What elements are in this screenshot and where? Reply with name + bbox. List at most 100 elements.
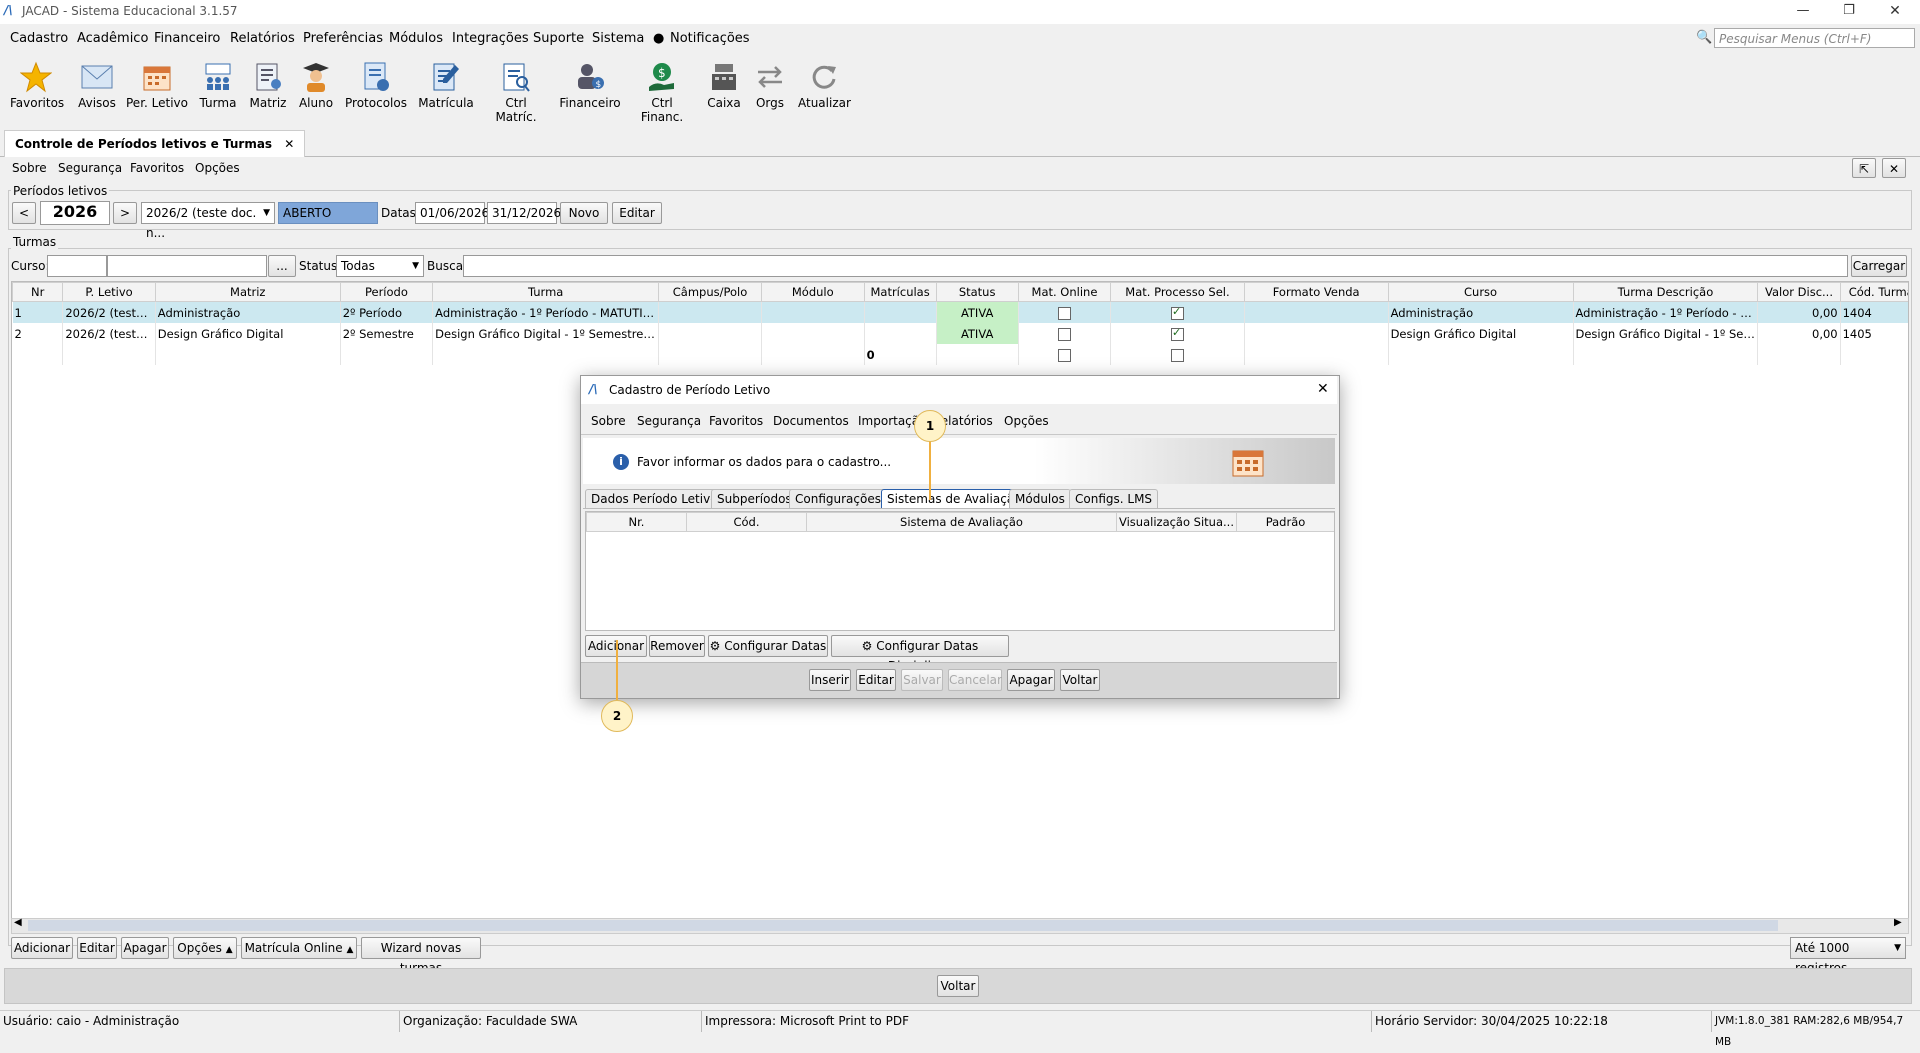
status-select[interactable]: Todas ▼	[336, 255, 424, 277]
column-header[interactable]: Valor Disc...	[1757, 282, 1841, 302]
checkbox[interactable]	[1057, 327, 1071, 341]
column-header[interactable]: Matrículas	[863, 282, 937, 302]
editar-periodo-button[interactable]: Editar	[612, 202, 662, 224]
column-header[interactable]: P. Letivo	[62, 282, 156, 302]
menu-sistema[interactable]: Sistema	[592, 31, 644, 46]
submenu-opcoes[interactable]: Opções	[195, 161, 240, 175]
adicionar-turma-button[interactable]: Adicionar	[11, 937, 73, 959]
checkbox[interactable]	[1057, 306, 1071, 320]
year-field[interactable]: 2026	[40, 201, 110, 225]
menu-cadastro[interactable]: Cadastro	[10, 31, 68, 46]
toolbar-avisos[interactable]: Avisos	[72, 60, 122, 110]
scroll-left-icon[interactable]: ◀	[14, 917, 22, 928]
toolbar-financeiro[interactable]: $ Financeiro	[558, 60, 622, 110]
submenu-sobre[interactable]: Sobre	[12, 161, 47, 175]
column-header[interactable]: Nr.	[586, 512, 687, 532]
dialog-menu-sobre[interactable]: Sobre	[591, 414, 626, 428]
column-header[interactable]: Visualização Situa...	[1116, 512, 1237, 532]
menu-relatorios[interactable]: Relatórios	[230, 31, 295, 46]
table-row[interactable]: 2 2026/2 (teste d... Design Gráfico Digita…	[12, 323, 1908, 344]
column-header[interactable]: Curso	[1387, 282, 1574, 302]
editar-turma-button[interactable]: Editar	[77, 937, 117, 959]
tab-modulos[interactable]: Módulos	[1009, 489, 1071, 508]
column-header[interactable]: Módulo	[760, 282, 865, 302]
checkbox[interactable]	[1170, 326, 1184, 341]
dialog-close-icon[interactable]: ✕	[1317, 381, 1329, 397]
table-row[interactable]: 1 2026/2 (teste d... Administração 2º Perío…	[12, 301, 1908, 323]
toolbar-matriz[interactable]: Matriz	[246, 60, 290, 110]
column-header[interactable]: Status	[935, 282, 1019, 302]
voltar-button[interactable]: Voltar	[1060, 669, 1100, 691]
curso-code-field[interactable]	[47, 255, 107, 277]
busca-input[interactable]	[463, 255, 1848, 277]
apagar-turma-button[interactable]: Apagar	[121, 937, 169, 959]
column-header[interactable]: Turma	[432, 282, 660, 302]
submenu-favoritos[interactable]: Favoritos	[130, 161, 184, 175]
menu-search-input[interactable]: Pesquisar Menus (Ctrl+F)	[1714, 28, 1915, 48]
menu-financeiro[interactable]: Financeiro	[154, 31, 220, 46]
menu-preferencias[interactable]: Preferências	[303, 31, 383, 46]
configurar-datas-button[interactable]: ⚙ Configurar Datas	[708, 635, 828, 657]
checkbox[interactable]	[1057, 348, 1071, 362]
inserir-button[interactable]: Inserir	[809, 669, 851, 691]
toolbar-favoritos[interactable]: Favoritos	[10, 60, 64, 110]
registros-select[interactable]: Até 1000 registros▼	[1790, 937, 1906, 975]
column-header[interactable]: Mat. Online	[1017, 282, 1112, 302]
column-header[interactable]: Período	[339, 282, 434, 302]
dialog-menu-seguranca[interactable]: Segurança	[637, 414, 701, 428]
remover-avaliacao-button[interactable]: Remover	[649, 635, 705, 657]
toolbar-turma[interactable]: Turma	[196, 60, 240, 110]
toolbar-matricula[interactable]: Matrícula	[418, 60, 474, 110]
configurar-datas-disciplinas-button[interactable]: ⚙ Configurar Datas Disciplinas	[831, 635, 1009, 673]
column-header[interactable]: Nr	[12, 282, 64, 302]
next-year-button[interactable]: >	[113, 202, 137, 224]
novo-button[interactable]: Novo	[560, 202, 608, 224]
curso-name-field[interactable]	[107, 255, 267, 277]
column-header[interactable]: Matriz	[154, 282, 341, 302]
apagar-button[interactable]: Apagar	[1007, 669, 1055, 691]
editar-button[interactable]: Editar	[856, 669, 896, 691]
column-header[interactable]: Sistema de Avaliação	[806, 512, 1117, 532]
scroll-right-icon[interactable]: ▶	[1894, 917, 1902, 928]
close-tab-icon[interactable]: ✕	[284, 137, 294, 151]
checkbox[interactable]	[1170, 305, 1184, 320]
voltar-main-button[interactable]: Voltar	[937, 975, 979, 997]
horizontal-scrollbar[interactable]: ◀ ▶	[11, 917, 1909, 934]
dialog-menu-favoritos[interactable]: Favoritos	[709, 414, 763, 428]
toolbar-caixa[interactable]: Caixa	[704, 60, 744, 110]
menu-notificacoes[interactable]: Notificações	[670, 31, 750, 46]
tab-subperiodos[interactable]: Subperíodos	[711, 489, 798, 508]
matricula-online-button[interactable]: Matrícula Online ▲	[241, 937, 357, 959]
toolbar-protocolos[interactable]: Protocolos	[344, 60, 408, 110]
detach-icon[interactable]: ⇱	[1852, 158, 1876, 178]
tab-dados-periodo[interactable]: Dados Período Letivo	[585, 489, 724, 508]
maximize-icon[interactable]: ❐	[1826, 0, 1872, 22]
toolbar-atualizar[interactable]: Atualizar	[798, 60, 851, 110]
toolbar-aluno[interactable]: Aluno	[294, 60, 338, 110]
period-select[interactable]: 2026/2 (teste doc. n... ▼	[141, 202, 275, 240]
tab-sistemas-avaliacao[interactable]: Sistemas de Avaliação	[881, 489, 1028, 508]
submenu-seguranca[interactable]: Segurança	[58, 161, 122, 175]
toolbar-ctrl-financ[interactable]: $ Ctrl Financ.	[630, 60, 694, 124]
menu-modulos[interactable]: Módulos	[389, 31, 443, 46]
column-header[interactable]: Cód.	[686, 512, 807, 532]
prev-year-button[interactable]: <	[12, 202, 36, 224]
wizard-novas-turmas-button[interactable]: Wizard novas turmas	[361, 937, 481, 975]
date-end-field[interactable]: 31/12/2026	[487, 202, 561, 224]
menu-integracoes[interactable]: Integrações	[452, 31, 529, 46]
close-window-icon[interactable]: ✕	[1870, 0, 1920, 22]
column-header[interactable]: Câmpus/Polo	[658, 282, 762, 302]
column-header[interactable]: Turma Descrição	[1572, 282, 1759, 302]
menu-suporte[interactable]: Suporte	[533, 31, 584, 46]
toolbar-orgs[interactable]: Orgs	[752, 60, 788, 110]
date-start-field[interactable]: 01/06/2026	[415, 202, 489, 224]
tab-configs-lms[interactable]: Configs. LMS	[1069, 489, 1159, 508]
dialog-menu-documentos[interactable]: Documentos	[773, 414, 849, 428]
tab-controle-periodos[interactable]: Controle de Períodos letivos e Turmas ✕	[4, 130, 306, 157]
column-header[interactable]: Cód. Turma	[1839, 282, 1908, 302]
tab-configuracoes[interactable]: Configurações	[789, 489, 887, 508]
toolbar-per-letivo[interactable]: Per. Letivo	[124, 60, 190, 110]
dialog-menu-opcoes[interactable]: Opções	[1004, 414, 1049, 428]
menu-academico[interactable]: Acadêmico	[77, 31, 148, 46]
close-panel-icon[interactable]: ✕	[1882, 158, 1906, 178]
